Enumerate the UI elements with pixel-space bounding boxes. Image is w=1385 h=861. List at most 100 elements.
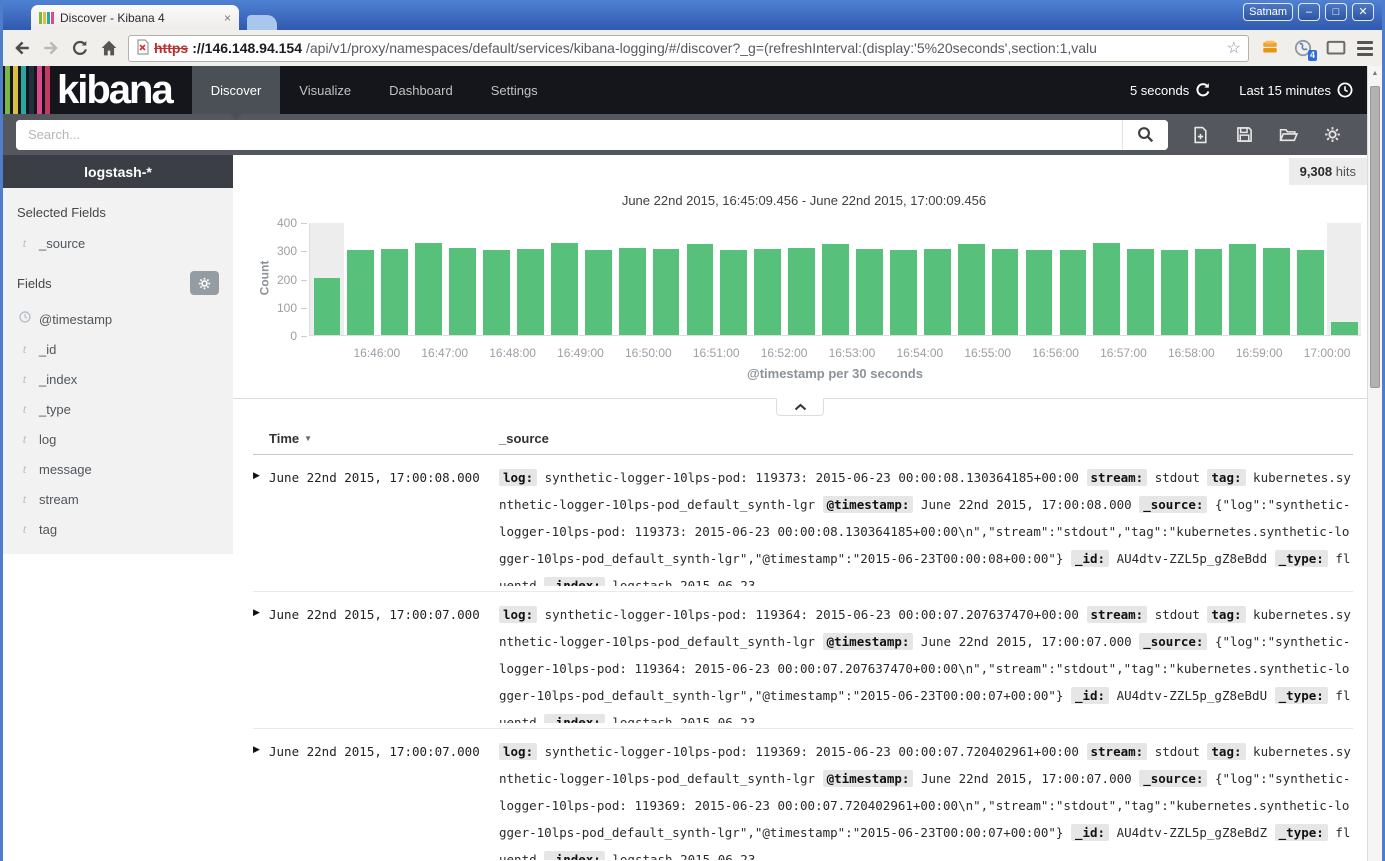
nav-tab-settings[interactable]: Settings [472, 66, 557, 114]
nav-tab-discover[interactable]: Discover [192, 66, 281, 114]
kibana-favicon-icon [39, 12, 54, 24]
histogram-bar[interactable] [886, 223, 920, 335]
x-axis-label: @timestamp per 30 seconds [309, 366, 1361, 381]
histogram-bar[interactable] [1192, 223, 1226, 335]
field-item-log[interactable]: tlog [17, 424, 219, 454]
histogram-bar[interactable] [378, 223, 412, 335]
new-search-button[interactable] [1178, 120, 1222, 150]
field-item-@timestamp[interactable]: @timestamp [17, 304, 219, 334]
extension-notes-icon[interactable] [1258, 37, 1282, 59]
save-search-button[interactable] [1222, 120, 1266, 150]
menu-icon[interactable] [1357, 41, 1373, 56]
histogram-bar[interactable] [1022, 223, 1056, 335]
histogram-bar[interactable] [751, 223, 785, 335]
extension-phone-icon[interactable]: 4 [1291, 37, 1315, 59]
open-search-button[interactable] [1266, 120, 1310, 150]
refresh-interval-picker[interactable]: 5 seconds [1130, 82, 1211, 98]
search-input[interactable] [16, 120, 1122, 150]
histogram-bar[interactable] [954, 223, 988, 335]
row-time: June 22nd 2015, 17:00:08.000 [269, 464, 483, 591]
bar [958, 244, 985, 335]
close-button[interactable]: ✕ [1352, 3, 1374, 21]
histogram-bar[interactable] [412, 223, 446, 335]
histogram-bar[interactable] [547, 223, 581, 335]
histogram-bar[interactable] [446, 223, 480, 335]
histogram-bar[interactable] [1293, 223, 1327, 335]
histogram-bar[interactable] [1056, 223, 1090, 335]
clock-field-icon [19, 311, 30, 327]
histogram-bar[interactable] [615, 223, 649, 335]
nav-tab-dashboard[interactable]: Dashboard [370, 66, 472, 114]
histogram-bar[interactable] [785, 223, 819, 335]
index-pattern-header[interactable]: logstash-* [3, 155, 233, 188]
y-tick-label: 200 [277, 273, 297, 287]
url-bar[interactable]: https://146.148.94.154/api/v1/proxy/name… [128, 35, 1249, 62]
histogram-bar[interactable] [683, 223, 717, 335]
back-icon[interactable] [12, 38, 32, 58]
tab-close-icon[interactable]: × [224, 12, 231, 24]
settings-button[interactable] [1310, 120, 1354, 150]
bar [1127, 249, 1154, 335]
page-scrollbar[interactable]: ▲ [1367, 66, 1382, 861]
time-range-picker[interactable]: Last 15 minutes [1239, 82, 1353, 98]
histogram-bar[interactable] [853, 223, 887, 335]
browser-tab[interactable]: Discover - Kibana 4 × [31, 5, 239, 30]
field-item-tag[interactable]: ttag [17, 514, 219, 544]
expand-caret-icon[interactable]: ▶ [253, 464, 269, 591]
field-item-_id[interactable]: t_id [17, 334, 219, 364]
field-item-_index[interactable]: t_index [17, 364, 219, 394]
home-icon[interactable] [99, 38, 119, 58]
histogram-bar[interactable] [1090, 223, 1124, 335]
gear-icon [198, 277, 211, 290]
search-button[interactable] [1122, 120, 1168, 150]
histogram-bar[interactable] [1124, 223, 1158, 335]
histogram-bar[interactable] [717, 223, 751, 335]
histogram-bar[interactable] [1327, 223, 1361, 335]
expand-caret-icon[interactable]: ▶ [253, 738, 269, 861]
x-tick-label: 16:58:00 [1168, 346, 1215, 360]
scrollbar-thumb[interactable] [1370, 86, 1380, 388]
histogram-bar[interactable] [1259, 223, 1293, 335]
user-badge[interactable]: Satnam [1243, 3, 1293, 21]
source-field-badge: @timestamp: [823, 496, 914, 513]
field-item-message[interactable]: tmessage [17, 454, 219, 484]
search-box [16, 120, 1168, 150]
histogram-bar[interactable] [513, 223, 547, 335]
field-item-stream[interactable]: tstream [17, 484, 219, 514]
cast-icon[interactable] [1324, 37, 1348, 59]
maximize-button[interactable]: □ [1325, 3, 1347, 21]
source-field-badge: tag: [1207, 743, 1245, 760]
selected-fields-heading: Selected Fields [17, 205, 219, 220]
histogram-bar[interactable] [581, 223, 615, 335]
field-name: @timestamp [39, 312, 112, 327]
minimize-button[interactable]: – [1298, 3, 1320, 21]
nav-tab-visualize[interactable]: Visualize [280, 66, 370, 114]
new-tab-button[interactable] [247, 15, 277, 30]
bookmark-star-icon[interactable]: ☆ [1227, 38, 1241, 58]
kibana-brand[interactable]: kibana [3, 66, 172, 114]
histogram-bar[interactable] [1225, 223, 1259, 335]
x-tick-label: 16:51:00 [693, 346, 740, 360]
histogram-bar[interactable] [310, 223, 344, 335]
expand-caret-icon[interactable]: ▶ [253, 601, 269, 728]
field-item-_source[interactable]: t_source [17, 228, 219, 258]
row-source: log: synthetic-logger-10lps-pod: 119373:… [483, 464, 1353, 586]
histogram-bar[interactable] [649, 223, 683, 335]
collapse-chart-button[interactable] [776, 398, 824, 416]
histogram-bar[interactable] [344, 223, 378, 335]
reload-icon[interactable] [70, 38, 90, 58]
text-field-icon: t [19, 461, 30, 477]
source-field-badge: stream: [1087, 743, 1148, 760]
query-bar [3, 114, 1367, 155]
histogram-bar[interactable] [1158, 223, 1192, 335]
field-settings-button[interactable] [190, 271, 219, 295]
histogram-bar[interactable] [988, 223, 1022, 335]
histogram-bar[interactable] [480, 223, 514, 335]
field-item-_type[interactable]: t_type [17, 394, 219, 424]
x-tick-label: 16:53:00 [829, 346, 876, 360]
forward-icon[interactable] [41, 38, 61, 58]
histogram-bar[interactable] [920, 223, 954, 335]
scrollbar-up-icon[interactable]: ▲ [1368, 66, 1382, 81]
histogram-bar[interactable] [819, 223, 853, 335]
time-column-header[interactable]: Time▼ [269, 431, 499, 446]
